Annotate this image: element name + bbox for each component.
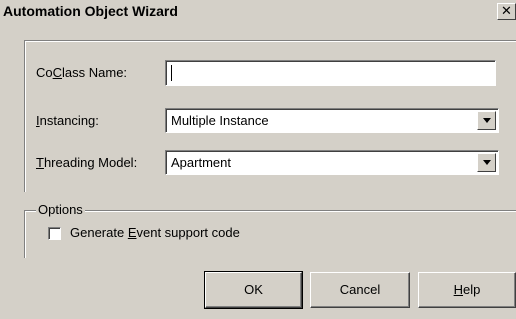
title-bar: Automation Object Wizard ✕ [0, 0, 516, 22]
close-icon: ✕ [501, 3, 512, 18]
instancing-value: Multiple Instance [171, 113, 269, 128]
wizard-dialog: Automation Object Wizard ✕ CoClass Name:… [0, 0, 516, 319]
instancing-label: Instancing: [36, 113, 99, 128]
instancing-select[interactable]: Multiple Instance [165, 108, 499, 133]
event-support-label[interactable]: Generate Event support code [70, 225, 240, 240]
chevron-down-icon[interactable] [477, 111, 496, 130]
options-group-title: Options [36, 202, 85, 217]
close-button[interactable]: ✕ [497, 3, 516, 20]
coclass-name-label: CoClass Name: [36, 65, 128, 80]
dialog-title: Automation Object Wizard [3, 3, 178, 19]
chevron-down-icon[interactable] [477, 153, 496, 172]
ok-button[interactable]: OK [204, 271, 303, 309]
help-button[interactable]: Help [418, 272, 516, 308]
threading-model-label: Threading Model: [36, 155, 138, 170]
text-caret [171, 65, 172, 81]
event-support-checkbox[interactable] [48, 227, 61, 240]
threading-model-select[interactable]: Apartment [165, 150, 499, 175]
cancel-button[interactable]: Cancel [310, 272, 410, 308]
threading-model-value: Apartment [171, 155, 231, 170]
coclass-name-input[interactable] [165, 60, 496, 86]
